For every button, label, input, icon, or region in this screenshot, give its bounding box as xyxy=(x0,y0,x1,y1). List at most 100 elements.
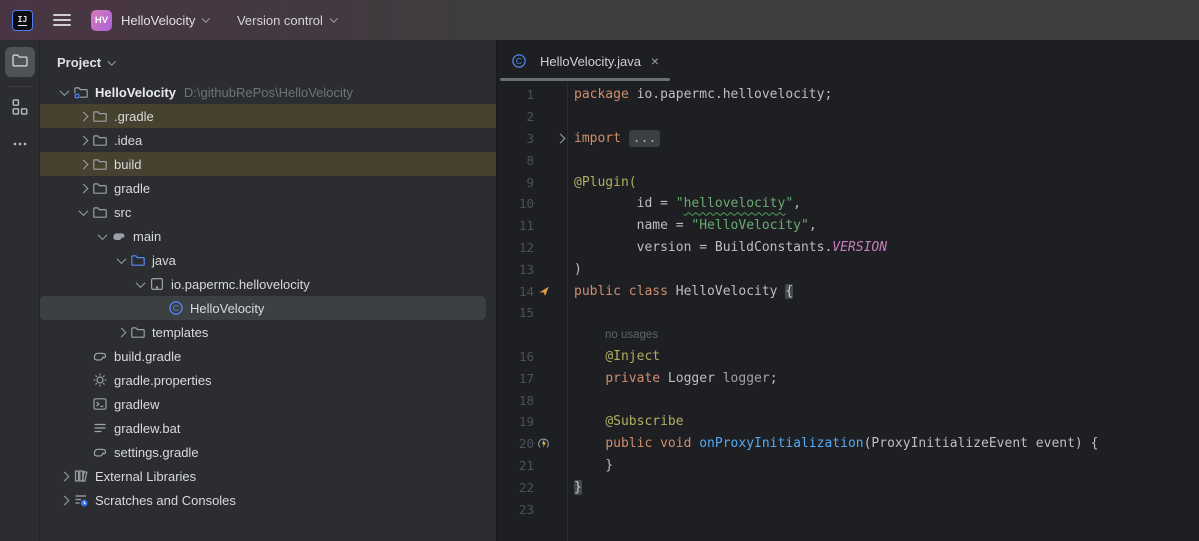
code-text: id = "hellovelocity", xyxy=(567,196,801,211)
chevron-right-icon[interactable] xyxy=(56,497,73,504)
chevron-right-icon[interactable] xyxy=(56,473,73,480)
chevron-down-icon[interactable] xyxy=(132,281,149,288)
code-token xyxy=(574,436,605,451)
line-number: 8 xyxy=(498,153,534,168)
console-icon xyxy=(92,396,108,412)
stripe-button-project-folder-stripe[interactable] xyxy=(5,47,35,77)
chevron-glyph xyxy=(98,230,108,240)
chevron-glyph xyxy=(79,183,89,193)
tree-item-gradlew[interactable]: gradlew xyxy=(40,392,496,416)
vcs-widget[interactable]: Version control xyxy=(237,13,337,28)
tab-label: HelloVelocity.java xyxy=(540,54,641,69)
structure-icon xyxy=(11,98,29,121)
tree-item-settings-gradle[interactable]: settings.gradle xyxy=(40,440,496,464)
tree-item-main[interactable]: main xyxy=(40,224,496,248)
chevron-glyph xyxy=(79,206,89,216)
chevron-right-icon[interactable] xyxy=(113,329,130,336)
code-line: 10 id = "hellovelocity", xyxy=(498,193,1199,215)
tree-item--gradle[interactable]: .gradle xyxy=(40,104,496,128)
editor-tab-bar: C HelloVelocity.java × xyxy=(498,40,1199,82)
chevron-down-icon[interactable] xyxy=(56,89,73,96)
tree-item-label: settings.gradle xyxy=(114,445,199,460)
inlay-hint-line: no usages xyxy=(498,324,1199,346)
line-number: 20 xyxy=(498,436,534,451)
code-line: 19 @Subscribe xyxy=(498,411,1199,433)
folder-icon xyxy=(130,324,146,340)
line-number: 22 xyxy=(498,480,534,495)
chevron-glyph xyxy=(117,327,127,337)
vcs-widget-label: Version control xyxy=(237,13,323,28)
tree-item-external-libraries[interactable]: External Libraries xyxy=(40,464,496,488)
tree-item--idea[interactable]: .idea xyxy=(40,128,496,152)
line-number: 9 xyxy=(498,175,534,190)
tree-item-hellovelocity[interactable]: HelloVelocityD:\githubRePos\HelloVelocit… xyxy=(40,80,496,104)
chevron-right-icon[interactable] xyxy=(75,161,92,168)
more-icon xyxy=(11,135,29,158)
tree-item-label: src xyxy=(114,205,131,220)
tree-item-scratches-and-consoles[interactable]: Scratches and Consoles xyxy=(40,488,496,512)
main-menu-icon[interactable] xyxy=(53,14,71,26)
tree-item-gradlew-bat[interactable]: gradlew.bat xyxy=(40,416,496,440)
fold-marker-icon[interactable] xyxy=(553,135,567,142)
code-token: private xyxy=(605,371,660,386)
stripe-button-more[interactable] xyxy=(5,131,35,161)
intellij-logo-icon[interactable]: IJ xyxy=(12,10,33,31)
code-line: 20 public void onProxyInitialization(Pro… xyxy=(498,433,1199,455)
gradle-icon xyxy=(92,444,108,460)
chevron-down-icon xyxy=(202,15,210,23)
velocity-gutter-icon[interactable] xyxy=(534,285,553,297)
tree-item-java[interactable]: java xyxy=(40,248,496,272)
code-line: 15 xyxy=(498,302,1199,324)
line-number: 21 xyxy=(498,458,534,473)
chevron-down-icon[interactable] xyxy=(94,233,111,240)
subscribe-gutter-icon[interactable] xyxy=(534,437,553,450)
code-token xyxy=(574,371,605,386)
usages-inlay-hint[interactable]: no usages xyxy=(605,329,658,341)
ide-window: IJ HV HelloVelocity Version control Proj… xyxy=(0,0,1199,541)
chevron-right-icon[interactable] xyxy=(75,185,92,192)
tree-item-build-gradle[interactable]: build.gradle xyxy=(40,344,496,368)
class-icon: C xyxy=(511,53,527,69)
chevron-right-icon[interactable] xyxy=(75,113,92,120)
line-number: 3 xyxy=(498,131,534,146)
code-editor[interactable]: 1package io.papermc.hellovelocity;23impo… xyxy=(498,82,1199,541)
close-icon[interactable]: × xyxy=(651,54,659,68)
code-line: 1package io.papermc.hellovelocity; xyxy=(498,84,1199,106)
tree-item-label: gradle.properties xyxy=(114,373,212,388)
project-view-selector[interactable]: Project xyxy=(40,40,496,78)
tree-item-gradle-properties[interactable]: gradle.properties xyxy=(40,368,496,392)
tree-item-label: HelloVelocity xyxy=(190,301,264,316)
chevron-glyph xyxy=(79,111,89,121)
chevron-down-icon[interactable] xyxy=(113,257,130,264)
code-text: } xyxy=(567,480,582,495)
code-token: , xyxy=(809,218,817,233)
code-line: 9@Plugin( xyxy=(498,171,1199,193)
tree-item-templates[interactable]: templates xyxy=(40,320,496,344)
chevron-glyph xyxy=(555,134,565,144)
tree-item-io-papermc-hellovelocity[interactable]: io.papermc.hellovelocity xyxy=(40,272,496,296)
line-number: 14 xyxy=(498,284,534,299)
code-text: name = "HelloVelocity", xyxy=(567,218,817,233)
chevron-glyph xyxy=(117,254,127,264)
project-selector[interactable]: HelloVelocity xyxy=(121,13,209,28)
tree-item-build[interactable]: build xyxy=(40,152,496,176)
code-token: ; xyxy=(770,371,778,386)
code-token: logger xyxy=(723,371,770,386)
code-token: version = BuildConstants. xyxy=(574,240,832,255)
tree-item-label: gradlew xyxy=(114,397,160,412)
project-avatar[interactable]: HV xyxy=(91,10,112,31)
chevron-right-icon[interactable] xyxy=(75,137,92,144)
tree-item-src[interactable]: src xyxy=(40,200,496,224)
tree-item-gradle[interactable]: gradle xyxy=(40,176,496,200)
code-token: onProxyInitialization xyxy=(699,436,863,451)
tree-item-hellovelocity[interactable]: CHelloVelocity xyxy=(40,296,486,320)
line-number: 16 xyxy=(498,349,534,364)
folder-icon xyxy=(92,156,108,172)
line-number: 23 xyxy=(498,502,534,517)
tree-item-label: build.gradle xyxy=(114,349,181,364)
stripe-button-structure[interactable] xyxy=(5,94,35,124)
line-number: 19 xyxy=(498,414,534,429)
chevron-down-icon[interactable] xyxy=(75,209,92,216)
code-line: 2 xyxy=(498,106,1199,128)
tab-hellovelocity-java[interactable]: C HelloVelocity.java × xyxy=(498,40,672,82)
